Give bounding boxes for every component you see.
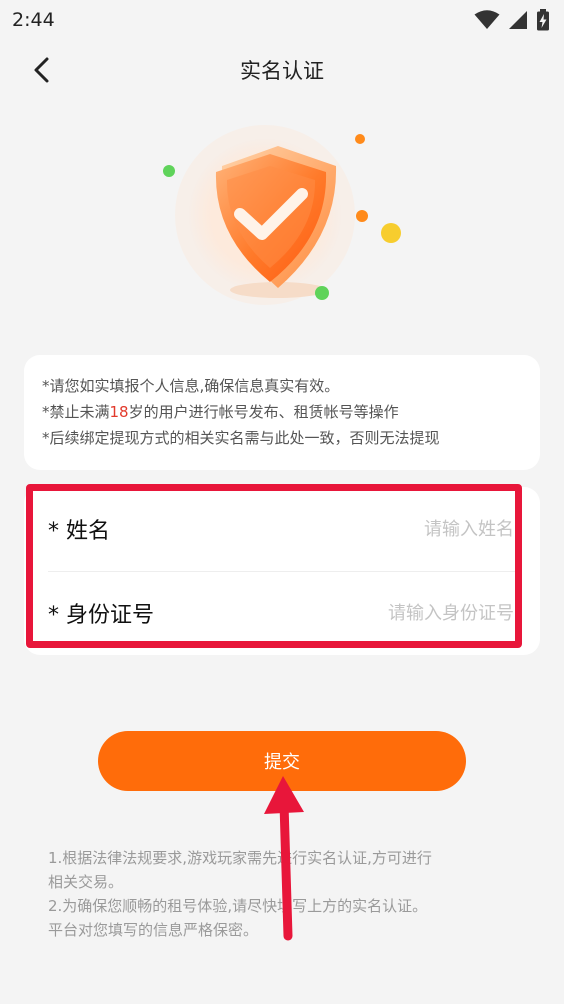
- id-number-input[interactable]: [314, 602, 514, 624]
- page-title: 实名认证: [240, 59, 324, 83]
- back-button[interactable]: [24, 52, 60, 88]
- status-icons: [474, 9, 550, 31]
- notice-line-2-prefix: *禁止未满: [42, 403, 110, 421]
- notice-age-highlight: 18: [109, 403, 129, 421]
- shield-check-icon: [163, 125, 401, 305]
- nav-bar: 实名认证: [0, 40, 564, 100]
- notice-line-3: *后续绑定提现方式的相关实名需与此处一致，否则无法提现: [42, 429, 440, 447]
- id-number-row: * 身份证号: [24, 571, 540, 655]
- status-bar: 2:44: [0, 0, 564, 40]
- form-card: * 姓名 * 身份证号: [24, 487, 540, 655]
- footer-line-2: 相关交易。: [48, 873, 124, 891]
- footer-line-4: 平台对您填写的信息严格保密。: [48, 921, 259, 939]
- status-time: 2:44: [12, 9, 55, 31]
- submit-button[interactable]: 提交: [98, 731, 466, 791]
- notice-card: *请您如实填报个人信息,确保信息真实有效。 *禁止未满18岁的用户进行帐号发布、…: [24, 355, 540, 470]
- name-label: * 姓名: [48, 519, 110, 544]
- notice-line-2-suffix: 岁的用户进行帐号发布、租赁帐号等操作: [128, 403, 399, 421]
- battery-charging-icon: [537, 9, 549, 31]
- notice-line-1: *请您如实填报个人信息,确保信息真实有效。: [42, 377, 340, 395]
- notice-line-2: *禁止未满18岁的用户进行帐号发布、租赁帐号等操作: [42, 399, 522, 425]
- id-number-label: * 身份证号: [48, 603, 154, 628]
- footer-line-1: 1.根据法律法规要求,游戏玩家需先进行实名认证,方可进行: [48, 849, 432, 867]
- wifi-icon: [474, 10, 500, 29]
- footer-notes: 1.根据法律法规要求,游戏玩家需先进行实名认证,方可进行 相关交易。 2.为确保…: [48, 846, 518, 942]
- name-input[interactable]: [314, 518, 514, 540]
- cell-signal-icon: [509, 11, 527, 29]
- chevron-left-icon: [34, 57, 49, 83]
- name-row: * 姓名: [24, 487, 540, 571]
- footer-line-3: 2.为确保您顺畅的租号体验,请尽快填写上方的实名认证。: [48, 897, 428, 915]
